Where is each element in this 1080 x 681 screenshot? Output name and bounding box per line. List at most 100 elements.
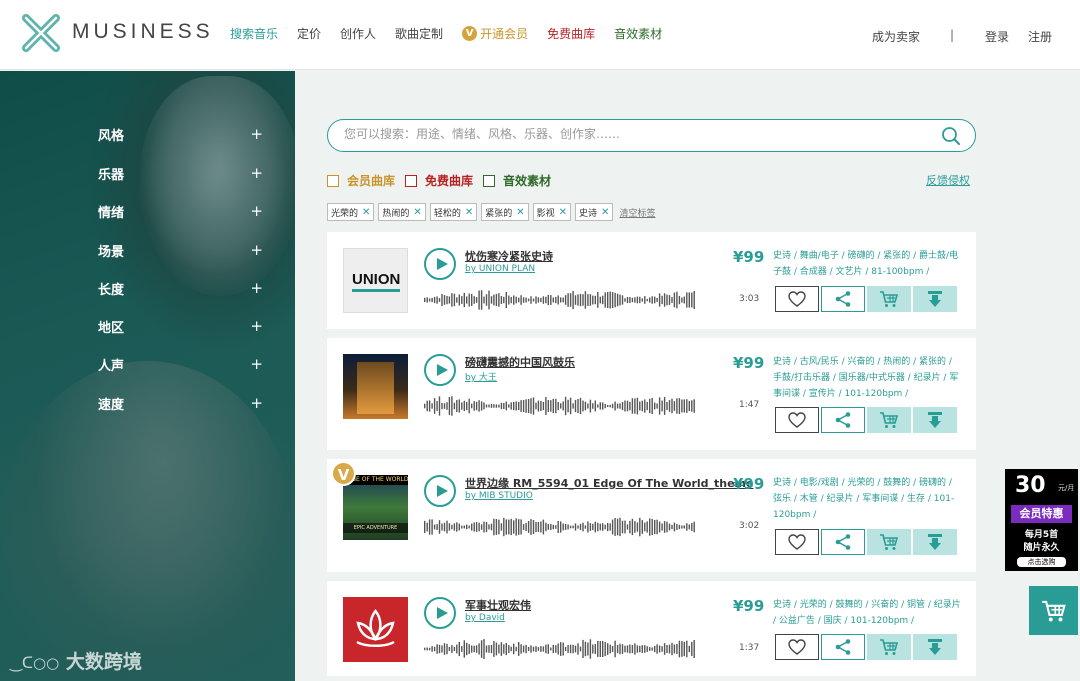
favorite-button[interactable] xyxy=(775,407,819,433)
checkbox-sfx-library[interactable]: 音效素材 xyxy=(483,172,551,189)
waveform-bar xyxy=(564,524,567,530)
floating-cart-button[interactable] xyxy=(1029,586,1078,635)
register-link[interactable]: 注册 xyxy=(1028,28,1052,45)
track-title[interactable]: 军事壮观宏伟 xyxy=(465,597,531,613)
track-author[interactable]: by David xyxy=(465,613,505,623)
plus-icon[interactable]: + xyxy=(250,241,263,259)
filter-tempo[interactable]: 速度 + xyxy=(98,393,263,413)
add-to-cart-button[interactable] xyxy=(867,634,911,660)
checkbox-vip-library[interactable]: 会员曲库 xyxy=(327,172,395,189)
brand-name[interactable]: MUSINESS xyxy=(72,20,214,44)
favorite-button[interactable] xyxy=(775,286,819,312)
remove-tag-icon[interactable]: ✕ xyxy=(413,207,421,218)
favorite-button[interactable] xyxy=(775,529,819,555)
remove-tag-icon[interactable]: ✕ xyxy=(362,207,370,218)
track-author[interactable]: by MIB STUDIO xyxy=(465,491,533,501)
checkbox-box[interactable] xyxy=(483,174,496,187)
track-tags[interactable]: 史诗 / 电影/戏剧 / 光荣的 / 鼓舞的 / 磅礴的 / 弦乐 / 木管 /… xyxy=(773,475,961,523)
waveform-bar xyxy=(545,522,547,532)
waveform-bar xyxy=(621,295,624,305)
play-button[interactable] xyxy=(424,354,456,386)
remove-tag-icon[interactable]: ✕ xyxy=(465,207,473,218)
download-button[interactable] xyxy=(913,529,957,555)
add-to-cart-button[interactable] xyxy=(867,529,911,555)
track-title[interactable]: 忧伤寒冷紧张史诗 xyxy=(465,248,553,264)
download-button[interactable] xyxy=(913,407,957,433)
vip-promo-banner[interactable]: 30 元/月 会员特惠 每月5首 随片永久 点击选购 xyxy=(1005,469,1078,571)
plus-icon[interactable]: + xyxy=(250,394,263,412)
filter-style[interactable]: 风格 + xyxy=(98,124,263,144)
plus-icon[interactable]: + xyxy=(250,125,263,143)
nav-pricing[interactable]: 定价 xyxy=(297,25,321,42)
plus-icon[interactable]: + xyxy=(250,164,263,182)
report-infringement-link[interactable]: 反馈侵权 xyxy=(926,172,970,188)
share-button[interactable] xyxy=(821,407,865,433)
track-cover[interactable]: EDGE OF THE WORLD EPIC ADVENTURE xyxy=(343,475,408,540)
clear-tags-link[interactable]: 清空标签 xyxy=(619,206,655,219)
become-seller-link[interactable]: 成为卖家 xyxy=(872,28,920,45)
waveform-bar xyxy=(629,644,631,654)
waveform[interactable] xyxy=(424,639,696,659)
track-author[interactable]: by UNION PLAN xyxy=(465,264,535,274)
download-button[interactable] xyxy=(913,634,957,660)
nav-vip[interactable]: V 开通会员 xyxy=(462,25,528,42)
track-tags[interactable]: 史诗 / 古风/民乐 / 兴奋的 / 热闹的 / 紧张的 / 手鼓/打击乐器 /… xyxy=(773,354,961,402)
checkbox-box[interactable] xyxy=(327,174,339,187)
play-button[interactable] xyxy=(424,248,456,280)
share-button[interactable] xyxy=(821,529,865,555)
remove-tag-icon[interactable]: ✕ xyxy=(559,207,567,218)
waveform-bar xyxy=(443,522,446,532)
track-cover[interactable] xyxy=(343,354,408,419)
favorite-button[interactable] xyxy=(775,634,819,660)
nav-creators[interactable]: 创作人 xyxy=(340,25,376,42)
checkbox-box[interactable] xyxy=(405,174,418,187)
track-title[interactable]: 世界边缘 RM_5594_01 Edge Of The World_theme xyxy=(465,475,753,491)
login-link[interactable]: 登录 xyxy=(985,28,1009,45)
nav-search-music[interactable]: 搜索音乐 xyxy=(230,25,278,42)
share-button[interactable] xyxy=(821,634,865,660)
search-icon[interactable] xyxy=(941,126,961,146)
nav-free-library[interactable]: 免费曲库 xyxy=(547,25,595,42)
filter-vocal[interactable]: 人声 + xyxy=(98,354,263,374)
download-button[interactable] xyxy=(913,286,957,312)
musiness-logo-icon[interactable] xyxy=(22,14,60,52)
waveform[interactable] xyxy=(424,396,696,416)
waveform[interactable] xyxy=(424,517,696,537)
remove-tag-icon[interactable]: ✕ xyxy=(516,207,524,218)
play-button[interactable] xyxy=(424,475,456,507)
waveform-bar xyxy=(456,297,458,303)
add-to-cart-button[interactable] xyxy=(867,286,911,312)
track-tags[interactable]: 史诗 / 光荣的 / 鼓舞的 / 兴奋的 / 铜管 / 纪录片 / 公益广告 /… xyxy=(773,597,961,629)
waveform-bar xyxy=(671,642,673,656)
promo-cta[interactable]: 点击选购 xyxy=(1017,557,1066,567)
waveform-bar xyxy=(540,521,542,533)
waveform[interactable] xyxy=(424,290,696,310)
filter-length[interactable]: 长度 + xyxy=(98,278,263,298)
search-input[interactable] xyxy=(344,127,924,141)
plus-icon[interactable]: + xyxy=(250,355,263,373)
add-to-cart-button[interactable] xyxy=(867,407,911,433)
track-cover[interactable]: UNION xyxy=(343,248,408,313)
filter-scene[interactable]: 场景 + xyxy=(98,240,263,260)
filter-region[interactable]: 地区 + xyxy=(98,316,263,336)
plus-icon[interactable]: + xyxy=(250,202,263,220)
nav-sound-effects[interactable]: 音效素材 xyxy=(614,25,662,42)
filter-instrument[interactable]: 乐器 + xyxy=(98,163,263,183)
nav-custom-song[interactable]: 歌曲定制 xyxy=(395,25,443,42)
filter-mood[interactable]: 情绪 + xyxy=(98,201,263,221)
track-tags[interactable]: 史诗 / 舞曲/电子 / 磅礴的 / 紧张的 / 爵士鼓/电子鼓 / 合成器 /… xyxy=(773,248,961,280)
track-cover[interactable] xyxy=(343,597,408,662)
waveform-bar xyxy=(569,644,572,654)
waveform-bar xyxy=(488,524,490,530)
checkbox-free-library[interactable]: 免费曲库 xyxy=(405,172,473,189)
waveform-bar xyxy=(485,294,488,306)
remove-tag-icon[interactable]: ✕ xyxy=(601,207,609,218)
track-author[interactable]: by 大王 xyxy=(465,370,497,383)
track-title[interactable]: 磅礴震撼的中国风鼓乐 xyxy=(465,354,575,370)
nav-vip-label: 开通会员 xyxy=(480,27,529,41)
play-button[interactable] xyxy=(424,597,456,629)
plus-icon[interactable]: + xyxy=(250,317,263,335)
waveform-bar xyxy=(532,646,535,652)
plus-icon[interactable]: + xyxy=(250,279,263,297)
share-button[interactable] xyxy=(821,286,865,312)
